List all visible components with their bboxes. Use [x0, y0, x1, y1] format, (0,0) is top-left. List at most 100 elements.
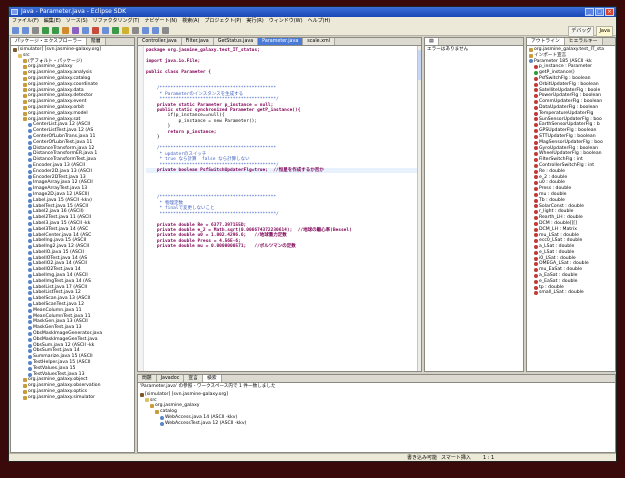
folder-icon [18, 53, 22, 58]
toolbar-button-10-icon[interactable] [112, 26, 119, 34]
tab-hierarchy[interactable]: 階層 [86, 38, 106, 45]
field-icon [534, 76, 538, 81]
tree-item[interactable]: small_LSat : double [529, 290, 613, 296]
tree-item[interactable]: org.jasmine_galaxy.simulator [13, 395, 132, 401]
java-file-icon [28, 187, 32, 192]
code-line: private boolean PsfSwitchUpdaterFlg=true… [146, 167, 418, 174]
java-file-icon [28, 210, 32, 215]
perspective-java[interactable]: Java [596, 26, 613, 37]
field-icon [534, 239, 538, 244]
package-icon [150, 404, 154, 409]
field-icon [534, 210, 538, 215]
field-icon [534, 111, 538, 116]
search-tab-2[interactable]: 宣言 [184, 375, 203, 382]
package-icon [23, 59, 27, 64]
field-icon [534, 175, 538, 180]
menu-item-0[interactable]: ファイル(F) [12, 17, 39, 25]
search-tab-0[interactable]: 問題 [138, 375, 157, 382]
package-icon [23, 117, 27, 122]
java-file-icon [28, 343, 32, 348]
package-icon [23, 76, 27, 81]
java-file-icon [160, 421, 164, 426]
java-file-icon [28, 204, 32, 209]
tab-console[interactable]: ▤ [425, 38, 439, 45]
package-icon [23, 389, 27, 394]
toolbar-button-3-icon[interactable] [42, 26, 49, 34]
editor-tab-2[interactable]: GetStatus.java [213, 38, 259, 45]
editor-tab-3[interactable]: Parameter.java [258, 38, 304, 45]
java-file-icon [28, 331, 32, 336]
java-file-icon [28, 244, 32, 249]
tree-item[interactable]: WebAccessTest.java 12 (ASCII -kkv) [140, 421, 613, 427]
java-file-icon [28, 198, 32, 203]
console-view: ▤ エラーはありません [424, 37, 524, 372]
close-button[interactable]: × [605, 8, 614, 16]
explorer-tabbar: パッケージ・エクスプローラー 階層 [11, 38, 134, 46]
menu-item-5[interactable]: 検索(A) [182, 17, 199, 25]
menu-item-6[interactable]: プロジェクト(P) [204, 17, 241, 25]
minimize-button[interactable]: _ [585, 8, 594, 16]
status-insert-mode: スマート挿入 [441, 455, 471, 461]
editor-area: Controller.java Filter.java GetStatus.java… [137, 37, 422, 372]
field-icon [534, 268, 538, 273]
toolbar-button-0-icon[interactable] [12, 26, 19, 34]
field-icon [534, 65, 538, 70]
outline-tabbar: アウトライン ヒエラルキー [527, 38, 615, 46]
package-icon [23, 378, 27, 383]
java-file-icon [28, 233, 32, 238]
java-file-icon [28, 152, 32, 157]
menu-item-1[interactable]: 編集(E) [44, 17, 61, 25]
java-file-icon [28, 302, 32, 307]
perspective-switcher: デバッグ Java [568, 26, 613, 37]
package-icon [155, 410, 159, 415]
toolbar-button-7-icon[interactable] [82, 26, 89, 34]
explorer-tree: [simulator] [svn.jasmine-galaxy.org] src(… [11, 46, 134, 402]
toolbar-button-1-icon[interactable] [22, 26, 29, 34]
toolbar-button-5-icon[interactable] [62, 26, 69, 34]
java-file-icon [28, 337, 32, 342]
menu-item-8[interactable]: ウィンドウ(W) [269, 17, 303, 25]
editor-scrollbar[interactable] [417, 46, 421, 371]
field-icon [534, 117, 538, 122]
field-icon [534, 140, 538, 145]
toolbar-button-15-icon[interactable] [162, 26, 169, 34]
toolbar-button-8-icon[interactable] [92, 26, 99, 34]
toolbar-button-12-icon[interactable] [132, 26, 139, 34]
java-file-icon [28, 256, 32, 261]
java-file-icon [28, 181, 32, 186]
toolbar-button-14-icon[interactable] [152, 26, 159, 34]
toolbar-button-6-icon[interactable] [72, 26, 79, 34]
tab-hierarchy-outline[interactable]: ヒエラルキー [564, 38, 603, 45]
package-icon [23, 82, 27, 87]
tab-package-explorer[interactable]: パッケージ・エクスプローラー [11, 38, 87, 45]
search-tab-3[interactable]: 検索 [202, 375, 222, 382]
menu-item-9[interactable]: ヘルプ(H) [308, 17, 331, 25]
menu-item-7[interactable]: 実行(R) [246, 17, 263, 25]
toolbar-button-11-icon[interactable] [122, 26, 129, 34]
menu-item-4[interactable]: ナビゲート(N) [144, 17, 177, 25]
menu-item-3[interactable]: リファクタリング(T) [93, 17, 140, 25]
toolbar-button-2-icon[interactable] [32, 26, 39, 34]
toolbar-button-4-icon[interactable] [52, 26, 59, 34]
java-file-icon [28, 314, 32, 319]
editor-tab-4[interactable]: scale.xml [303, 38, 335, 45]
java-file-icon [28, 250, 32, 255]
maximize-button[interactable]: □ [595, 8, 604, 16]
tab-outline[interactable]: アウトライン [527, 38, 565, 45]
menu-item-2[interactable]: ソース(S) [66, 17, 88, 25]
search-tab-1[interactable]: Javadoc [156, 375, 185, 382]
code-editor[interactable]: package org.jasmine_galaxy.test_IT_statu… [138, 46, 421, 261]
field-icon [534, 262, 538, 267]
toolbar-button-9-icon[interactable] [102, 26, 109, 34]
field-icon [534, 163, 538, 168]
perspective-debug[interactable]: デバッグ [568, 26, 595, 37]
status-bar: 書き込み可能 スマート挿入 1 : 1 [9, 453, 616, 461]
java-file-icon [28, 239, 32, 244]
editor-tab-0[interactable]: Controller.java [138, 38, 182, 45]
editor-tab-1[interactable]: Filter.java [181, 38, 214, 45]
package-explorer: パッケージ・エクスプローラー 階層 [simulator] [svn.jasmi… [10, 37, 135, 453]
search-summary: 'Parameter.java' の参照 - ワークスペース内で 1 件一致しま… [140, 384, 276, 389]
toolbar-button-13-icon[interactable] [142, 26, 149, 34]
package-icon [23, 100, 27, 105]
java-file-icon [28, 308, 32, 313]
